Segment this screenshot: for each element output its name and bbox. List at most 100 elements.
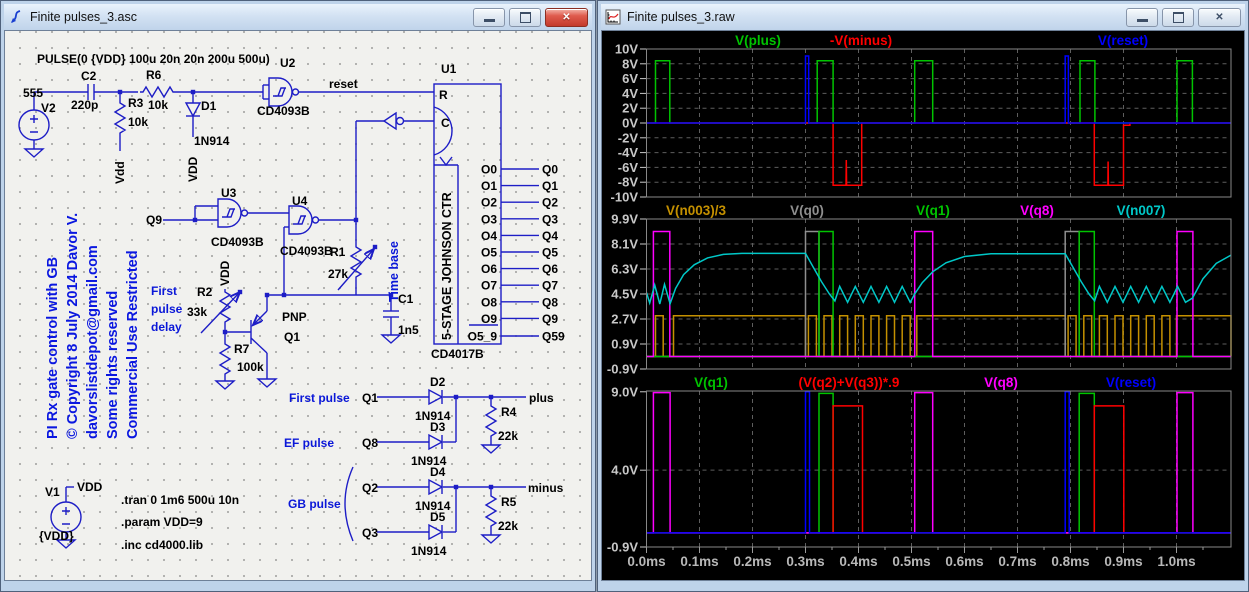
u1-part: CD4017B bbox=[431, 347, 484, 361]
r7-value: 100k bbox=[237, 360, 264, 374]
d1-value: 1N914 bbox=[194, 134, 230, 148]
trace-V(n003)/3 bbox=[647, 316, 1232, 357]
u3-name: U3 bbox=[221, 186, 237, 200]
trace-label[interactable]: (V(q2)+V(q3))*.9 bbox=[799, 375, 900, 390]
r6-name: R6 bbox=[146, 68, 162, 82]
r2-value: 33k bbox=[187, 305, 207, 319]
y-axis-label: 6V bbox=[622, 71, 638, 86]
maximize-button[interactable] bbox=[1162, 8, 1194, 27]
r1-name: R1 bbox=[330, 245, 346, 259]
trace-label[interactable]: V(q8) bbox=[1020, 203, 1054, 218]
minimize-icon bbox=[484, 19, 495, 22]
r4-name: R4 bbox=[501, 405, 517, 419]
minimize-icon bbox=[1137, 19, 1148, 22]
comment-ef-pulse: EF pulse bbox=[284, 436, 334, 450]
y-axis-label: 8V bbox=[622, 56, 638, 71]
d1-name: D1 bbox=[201, 99, 217, 113]
net-vdd-r2: VDD bbox=[218, 260, 232, 286]
u1-net-label: Q59 bbox=[542, 330, 565, 344]
trace-label[interactable]: V(q1) bbox=[916, 203, 950, 218]
net-q9: Q9 bbox=[146, 213, 162, 227]
u1-net-label: Q9 bbox=[542, 312, 558, 326]
y-axis-label: 4.0V bbox=[611, 463, 638, 478]
r2-name: R2 bbox=[197, 285, 213, 299]
copyright-line: PI Rx gate control with GB bbox=[45, 257, 61, 439]
net-q3: Q3 bbox=[362, 526, 378, 540]
minimize-button[interactable] bbox=[1126, 8, 1158, 27]
y-axis-label: 0V bbox=[622, 116, 638, 131]
trace--V(minus) bbox=[647, 123, 1232, 185]
trace-label[interactable]: V(plus) bbox=[735, 33, 781, 48]
comment-first: First bbox=[151, 284, 177, 298]
schematic-canvas[interactable]: O0Q0O1Q1O2Q2O3Q3O4Q4O5Q5O6Q6O7Q7O8Q8O9Q9… bbox=[4, 30, 592, 581]
c2-name: C2 bbox=[81, 69, 97, 83]
net-reset: reset bbox=[329, 77, 358, 91]
u4-value: CD4093B bbox=[280, 244, 333, 258]
ltspice-schematic-icon bbox=[8, 9, 24, 25]
schematic-titlebar[interactable]: Finite pulses_3.asc ✕ bbox=[4, 4, 592, 30]
u1-net-label: Q4 bbox=[542, 229, 558, 243]
u1-pin-label: O8 bbox=[481, 295, 497, 309]
x-axis-label: 0.7ms bbox=[998, 554, 1036, 569]
u1-pin-label: O2 bbox=[481, 196, 497, 210]
y-axis-label: 6.3V bbox=[611, 262, 638, 277]
waveform-canvas[interactable]: 10V8V6V4V2V0V-2V-4V-6V-8V-10VV(plus)-V(m… bbox=[601, 30, 1245, 581]
close-button[interactable]: ✕ bbox=[1198, 8, 1241, 27]
c2-value: 220p bbox=[71, 98, 98, 112]
trace-label[interactable]: V(q0) bbox=[790, 203, 824, 218]
d3-name: D3 bbox=[430, 420, 446, 434]
trace-label[interactable]: -V(minus) bbox=[830, 33, 892, 48]
y-axis-label: 4.5V bbox=[611, 287, 638, 302]
trace-label[interactable]: V(q1) bbox=[694, 375, 728, 390]
r5-value: 22k bbox=[498, 519, 518, 533]
maximize-icon bbox=[520, 12, 531, 23]
y-axis-label: -4V bbox=[618, 145, 639, 160]
comment-time-base: Time base bbox=[387, 241, 401, 302]
maximize-button[interactable] bbox=[509, 8, 541, 27]
trace-V(q1) bbox=[647, 393, 1232, 533]
c1-value: 1n5 bbox=[398, 323, 419, 337]
schematic-window[interactable]: Finite pulses_3.asc ✕ bbox=[0, 0, 596, 592]
trace-V(q8) bbox=[647, 393, 1232, 533]
minimize-button[interactable] bbox=[473, 8, 505, 27]
u1-pin-label: O3 bbox=[481, 212, 497, 226]
v1-value: {VDD} bbox=[39, 529, 74, 543]
y-axis-label: 2.7V bbox=[611, 312, 638, 327]
waveform-window[interactable]: Finite pulses_3.raw ✕ 10V8V6V4V2V0V-2V-4… bbox=[597, 0, 1249, 592]
copyright-line: davorslistdepot@gmail.com bbox=[85, 245, 101, 439]
pane-frame bbox=[647, 391, 1232, 547]
trace-label[interactable]: V(reset) bbox=[1098, 33, 1148, 48]
x-axis-label: 0.4ms bbox=[839, 554, 877, 569]
u1-net-label: Q7 bbox=[542, 279, 558, 293]
trace-V(n007) bbox=[647, 253, 1232, 304]
trace-(V(q2)+V(q3))*.9 bbox=[647, 406, 1232, 533]
comment-pulse: pulse bbox=[151, 302, 183, 316]
copyright-line: © Copyright 8 July 2014 Davor V. bbox=[65, 213, 81, 439]
d5-value: 1N914 bbox=[411, 544, 447, 558]
y-axis-label: -10V bbox=[611, 190, 639, 205]
x-axis-label: 0.8ms bbox=[1051, 554, 1089, 569]
u1-net-label: Q8 bbox=[542, 295, 558, 309]
trace-label[interactable]: V(q8) bbox=[984, 375, 1018, 390]
directive-param: .param VDD=9 bbox=[121, 515, 203, 529]
u1-net-label: Q5 bbox=[542, 246, 558, 260]
waveform-titlebar[interactable]: Finite pulses_3.raw ✕ bbox=[601, 4, 1245, 30]
net-vdd-v1: VDD bbox=[77, 480, 103, 494]
close-button[interactable]: ✕ bbox=[545, 8, 588, 27]
u1-net-label: Q1 bbox=[542, 179, 558, 193]
trace-label[interactable]: V(reset) bbox=[1106, 375, 1156, 390]
u1-net-label: Q2 bbox=[542, 196, 558, 210]
net-q2: Q2 bbox=[362, 481, 378, 495]
u2-name: U2 bbox=[280, 56, 296, 70]
trace-label[interactable]: V(n003)/3 bbox=[666, 203, 727, 218]
u1-pin-r: R bbox=[439, 88, 448, 102]
r1-value: 27k bbox=[328, 267, 348, 281]
x-axis-label: 0.0ms bbox=[627, 554, 665, 569]
waveform-icon bbox=[605, 9, 621, 25]
trace-label[interactable]: V(n007) bbox=[1117, 203, 1166, 218]
net-plus: plus bbox=[529, 391, 554, 405]
x-axis-label: 0.3ms bbox=[786, 554, 824, 569]
net-vdd-r3: Vdd bbox=[113, 161, 127, 184]
trace-V(plus) bbox=[647, 61, 1232, 123]
net-q1: Q1 bbox=[362, 391, 378, 405]
